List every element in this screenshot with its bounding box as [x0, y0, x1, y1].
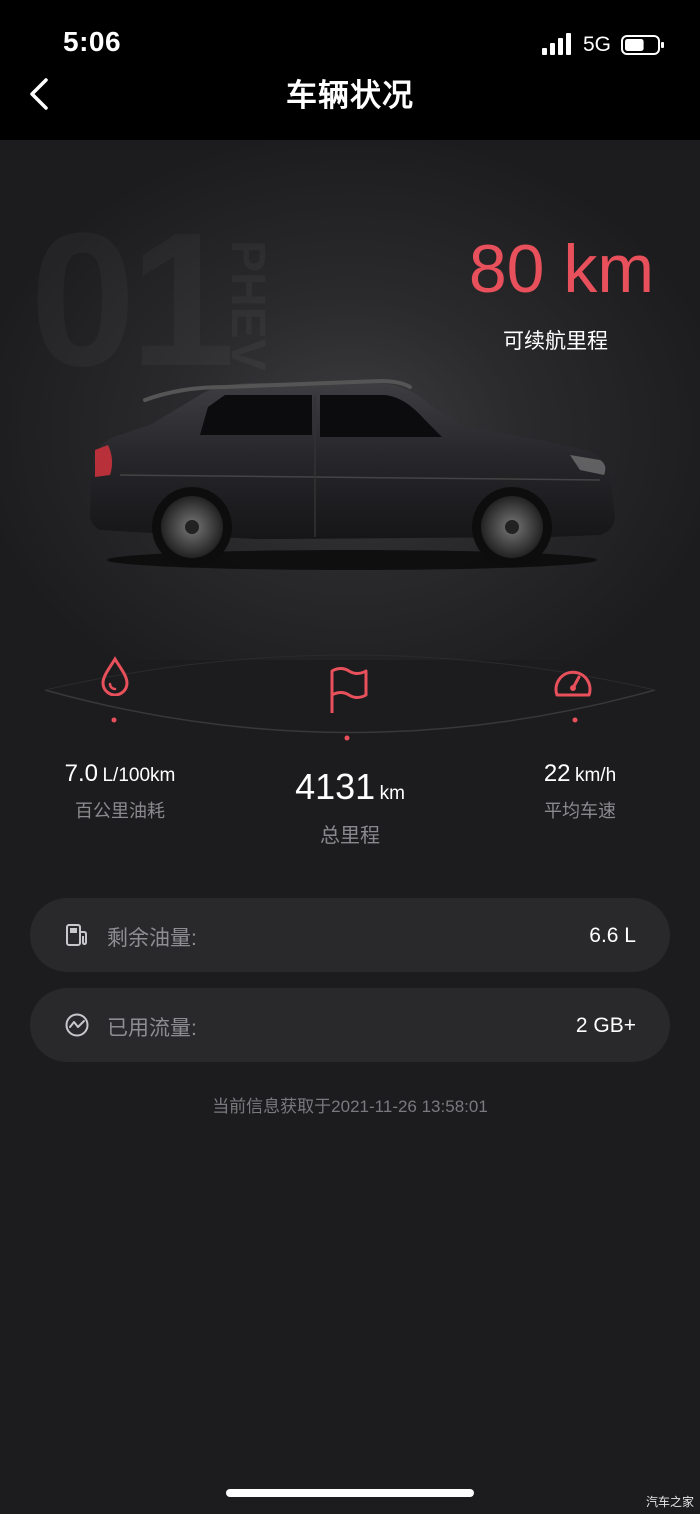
total-mileage-value: 4131 km: [225, 766, 475, 808]
top-bar: 5:06 5G 车辆状况: [0, 0, 700, 140]
remaining-fuel-card: 剩余油量: 6.6 L: [30, 898, 670, 972]
average-speed-value: 22 km/h: [480, 760, 680, 788]
home-indicator[interactable]: [226, 1489, 474, 1497]
model-watermark-sub: PHEV: [220, 240, 275, 371]
flag-icon: [330, 667, 368, 713]
network-type: 5G: [583, 33, 612, 56]
fuel-drop-icon: [101, 656, 129, 696]
data-usage-value: 2 GB+: [575, 1014, 636, 1037]
data-usage-icon: [65, 1013, 89, 1037]
car-image: [90, 378, 615, 570]
range-label: 可续航里程: [503, 330, 608, 353]
source-watermark: 汽车之家: [645, 1495, 694, 1509]
average-speed-number: 22: [543, 760, 571, 787]
data-usage-card: 已用流量: 2 GB+: [30, 988, 670, 1062]
remaining-fuel-label: 剩余油量:: [107, 927, 197, 950]
total-mileage-unit: km: [379, 783, 405, 804]
data-usage-label: 已用流量:: [107, 1017, 197, 1040]
status-time: 5:06: [63, 26, 122, 57]
total-mileage-label: 总里程: [320, 825, 380, 847]
average-speed-label: 平均车速: [544, 801, 616, 821]
update-timestamp: 当前信息获取于2021-11-26 13:58:01: [212, 1097, 488, 1116]
battery-icon: [621, 35, 664, 55]
fuel-consumption-number: 7.0: [64, 760, 99, 787]
average-speed-unit: km/h: [574, 765, 617, 786]
fuel-consumption-unit: L/100km: [102, 765, 176, 786]
speedometer-icon: [554, 670, 592, 697]
fuel-consumption-value: 7.0 L/100km: [20, 760, 220, 788]
fuel-consumption-label: 百公里油耗: [75, 801, 165, 821]
range-value: 80 km: [468, 231, 654, 307]
fuel-pump-icon: [66, 924, 87, 946]
vehicle-hero: 01 PHEV 80 km 可续航里程: [0, 140, 700, 660]
page-title: 车辆状况: [286, 78, 414, 113]
total-mileage-number: 4131: [295, 766, 376, 807]
signal-icon: [542, 33, 571, 55]
status-indicators: 5G: [540, 32, 670, 58]
remaining-fuel-value: 6.6 L: [589, 924, 636, 947]
